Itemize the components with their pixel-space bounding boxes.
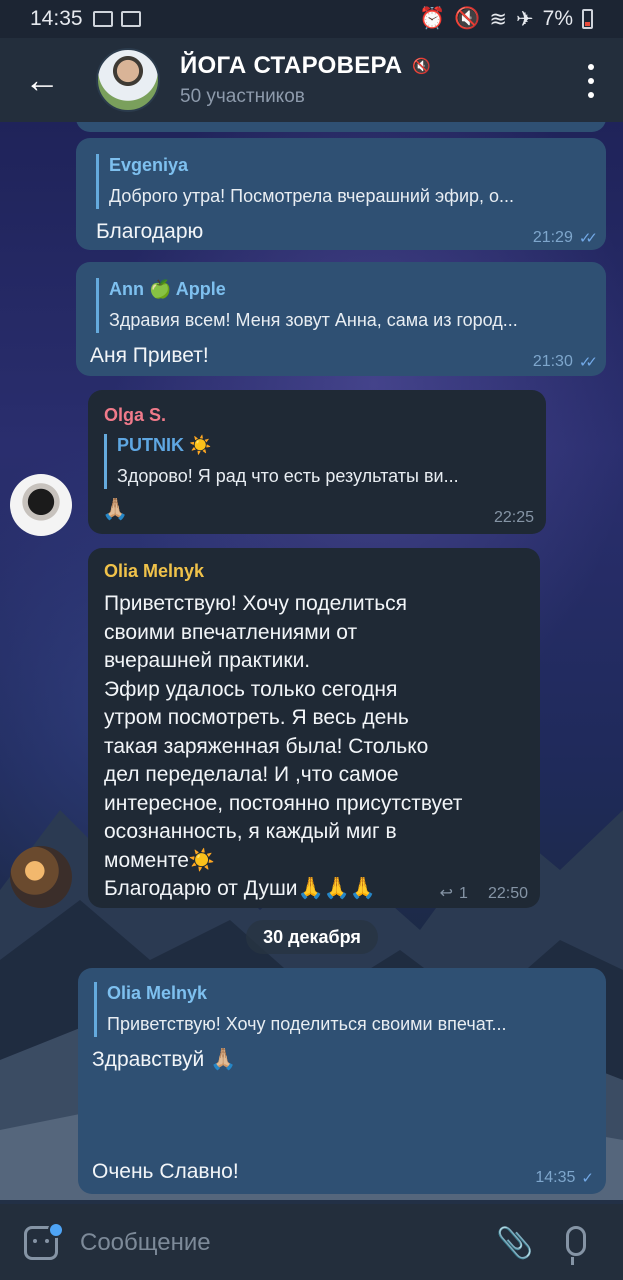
date-separator: 30 декабря	[246, 920, 378, 954]
message-text: 🙏🏼	[102, 498, 129, 521]
message-input[interactable]	[80, 1224, 460, 1262]
arrow-left-icon: ←	[24, 59, 60, 100]
text-line: Приветствую! Хочу поделиться	[104, 592, 408, 615]
text-line: своими впечатлениями от	[104, 620, 358, 644]
message-list[interactable]: Evgeniya Доброго утра! Посмотрела вчераш…	[0, 122, 623, 1204]
message-bubble[interactable]: Olga S. PUTNIK ☀️ Здорово! Я рад что ест…	[88, 390, 546, 534]
chat-header: ← ЙОГА СТАРОВЕРА 🔇 50 участников	[0, 38, 623, 122]
mute-icon: 🔇	[454, 7, 481, 30]
muted-icon: 🔇	[412, 58, 432, 75]
airplane-icon: ✈	[516, 7, 534, 31]
message-meta: ↩ 1 22:50	[440, 884, 528, 905]
back-button[interactable]: ←	[0, 38, 84, 122]
battery-percent: 7%	[542, 7, 573, 30]
reply-preview[interactable]: PUTNIK ☀️ Здорово! Я рад что есть резуль…	[104, 434, 534, 489]
reply-preview[interactable]: Evgeniya Доброго утра! Посмотрела вчераш…	[96, 154, 588, 209]
message-text-second: Очень Славно!	[92, 1160, 239, 1183]
message-text: Здравствуй 🙏🏼	[92, 1048, 237, 1071]
reply-count[interactable]: 1	[459, 884, 468, 905]
reply-text: Приветствую! Хочу поделиться своими впеч…	[107, 1014, 507, 1035]
message-bubble[interactable]: Olia Melnyk Приветствую! Хочу поделиться…	[78, 968, 606, 1194]
message-bubble[interactable]: Olia Melnyk Приветствую! Хочу поделиться…	[88, 548, 540, 908]
text-line: вчерашней практики.	[104, 649, 311, 672]
text-line: Эфир удалось только сегодня	[104, 677, 398, 701]
more-vertical-icon	[588, 64, 594, 70]
message-bubble[interactable]: Evgeniya Доброго утра! Посмотрела вчераш…	[76, 138, 606, 250]
microphone-icon[interactable]	[566, 1226, 586, 1265]
reply-text: Здравия всем! Меня зовут Анна, сама из г…	[109, 310, 518, 331]
text-line: осознанность, я каждый миг в	[104, 820, 397, 843]
message-meta: 14:35 ✓	[535, 1168, 594, 1189]
text-line: такая заряженная была! Столько	[104, 734, 429, 758]
message-text: Благодарю	[96, 220, 204, 243]
reply-author: Evgeniya	[109, 155, 189, 175]
message-bubble-partial[interactable]	[76, 122, 606, 132]
message-time: 21:29	[532, 229, 573, 246]
message-time: 22:25	[493, 509, 534, 526]
alarm-icon: ⏰	[419, 7, 446, 30]
sender-name[interactable]: Olia Melnyk	[104, 560, 204, 583]
message-bubble[interactable]: Ann 🍏 Apple Здравия всем! Меня зовут Анн…	[76, 262, 606, 376]
header-info[interactable]: ЙОГА СТАРОВЕРА 🔇 50 участников	[180, 52, 431, 108]
group-title: ЙОГА СТАРОВЕРА	[180, 52, 403, 79]
status-time: 14:35	[30, 7, 83, 30]
message-meta: 21:29 ✓✓	[532, 228, 598, 249]
group-avatar[interactable]	[96, 48, 160, 112]
avatar-olia[interactable]	[10, 846, 72, 908]
status-bar: 14:35 ⏰ 🔇 ≋ ✈ 7%	[0, 0, 623, 38]
message-meta: 21:30 ✓✓	[532, 352, 598, 373]
battery-icon	[582, 9, 593, 29]
translate-icon	[92, 11, 113, 27]
paperclip-icon[interactable]: 📎	[496, 1226, 533, 1261]
text-line: интересное, постоянно присутствует	[104, 791, 463, 815]
reply-preview[interactable]: Ann 🍏 Apple Здравия всем! Меня зовут Анн…	[96, 278, 588, 333]
double-check-icon: ✓✓	[578, 229, 598, 247]
reply-text: Доброго утра! Посмотрела вчерашний эфир,…	[109, 186, 515, 207]
message-text: Аня Привет!	[90, 344, 209, 367]
reply-text: Здорово! Я рад что есть результаты ви...	[117, 466, 459, 487]
single-check-icon: ✓	[581, 1169, 594, 1187]
text-line: утром посмотреть. Я весь день	[104, 706, 409, 729]
more-options-button[interactable]	[581, 64, 601, 98]
text-line: моменте☀️	[104, 848, 216, 872]
reply-author: Ann 🍏 Apple	[109, 279, 226, 299]
text-line: дел переделала! И ,что самое	[104, 763, 399, 786]
reply-author: Olia Melnyk	[107, 983, 208, 1003]
message-time: 14:35	[535, 1169, 576, 1186]
wifi-icon: ≋	[489, 7, 508, 31]
message-meta: 22:25	[494, 508, 534, 529]
notification-dot	[48, 1222, 64, 1238]
message-text: Приветствую! Хочу поделиться своими впеч…	[104, 590, 534, 904]
reply-preview[interactable]: Olia Melnyk Приветствую! Хочу поделиться…	[94, 982, 590, 1037]
members-count: 50 участников	[180, 86, 305, 107]
message-input-bar: 📎	[0, 1204, 623, 1280]
avatar-olga[interactable]	[10, 474, 72, 536]
double-check-icon: ✓✓	[578, 353, 598, 371]
sender-name[interactable]: Olga S.	[104, 404, 166, 427]
reply-arrow-icon[interactable]: ↩	[440, 884, 453, 905]
message-time: 21:30	[532, 353, 573, 370]
reply-author: PUTNIK ☀️	[117, 435, 212, 455]
message-time: 22:50	[487, 885, 528, 902]
image-icon	[120, 11, 141, 27]
